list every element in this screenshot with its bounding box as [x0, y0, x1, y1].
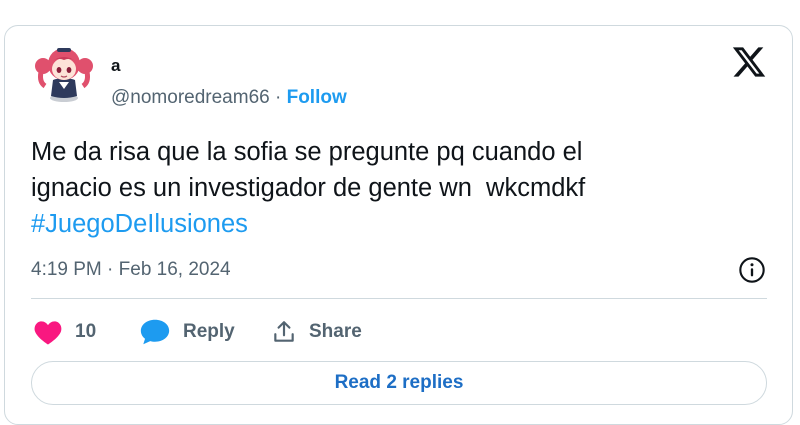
- tweet-text-line: Me da risa que la sofia se pregunte pq c…: [31, 138, 583, 166]
- tweet-text-line: ignacio es un investigador de gente wn w…: [31, 174, 586, 202]
- follow-button[interactable]: Follow: [287, 87, 347, 108]
- reply-button[interactable]: Reply: [139, 317, 235, 347]
- x-logo-icon[interactable]: [731, 44, 767, 80]
- divider: [31, 298, 767, 299]
- author-name[interactable]: a: [111, 56, 120, 76]
- author-handle[interactable]: @nomoredream66: [111, 87, 270, 108]
- separator-dot: ·: [274, 87, 282, 108]
- tweet-timestamp[interactable]: 4:19 PM · Feb 16, 2024: [31, 258, 231, 282]
- avatar[interactable]: [33, 42, 95, 104]
- like-count: 10: [75, 321, 97, 342]
- share-button[interactable]: Share: [271, 317, 362, 347]
- heart-icon: [34, 321, 62, 345]
- share-label: Share: [309, 321, 362, 342]
- read-replies-button[interactable]: Read 2 replies: [31, 361, 767, 405]
- tweet-card[interactable]: a @nomoredream66 · Follow Me da risa que…: [4, 25, 793, 425]
- tweet-text: Me da risa que la sofia se pregunte pq c…: [31, 134, 771, 242]
- reply-label: Reply: [183, 321, 235, 342]
- share-upload-icon: [274, 321, 294, 342]
- like-button[interactable]: 10: [33, 317, 96, 347]
- info-icon[interactable]: [738, 256, 766, 284]
- author-handle-row: @nomoredream66 · Follow: [111, 86, 347, 110]
- chat-bubble-icon: [140, 319, 170, 345]
- hashtag-link[interactable]: #JuegoDeIlusiones: [31, 206, 771, 242]
